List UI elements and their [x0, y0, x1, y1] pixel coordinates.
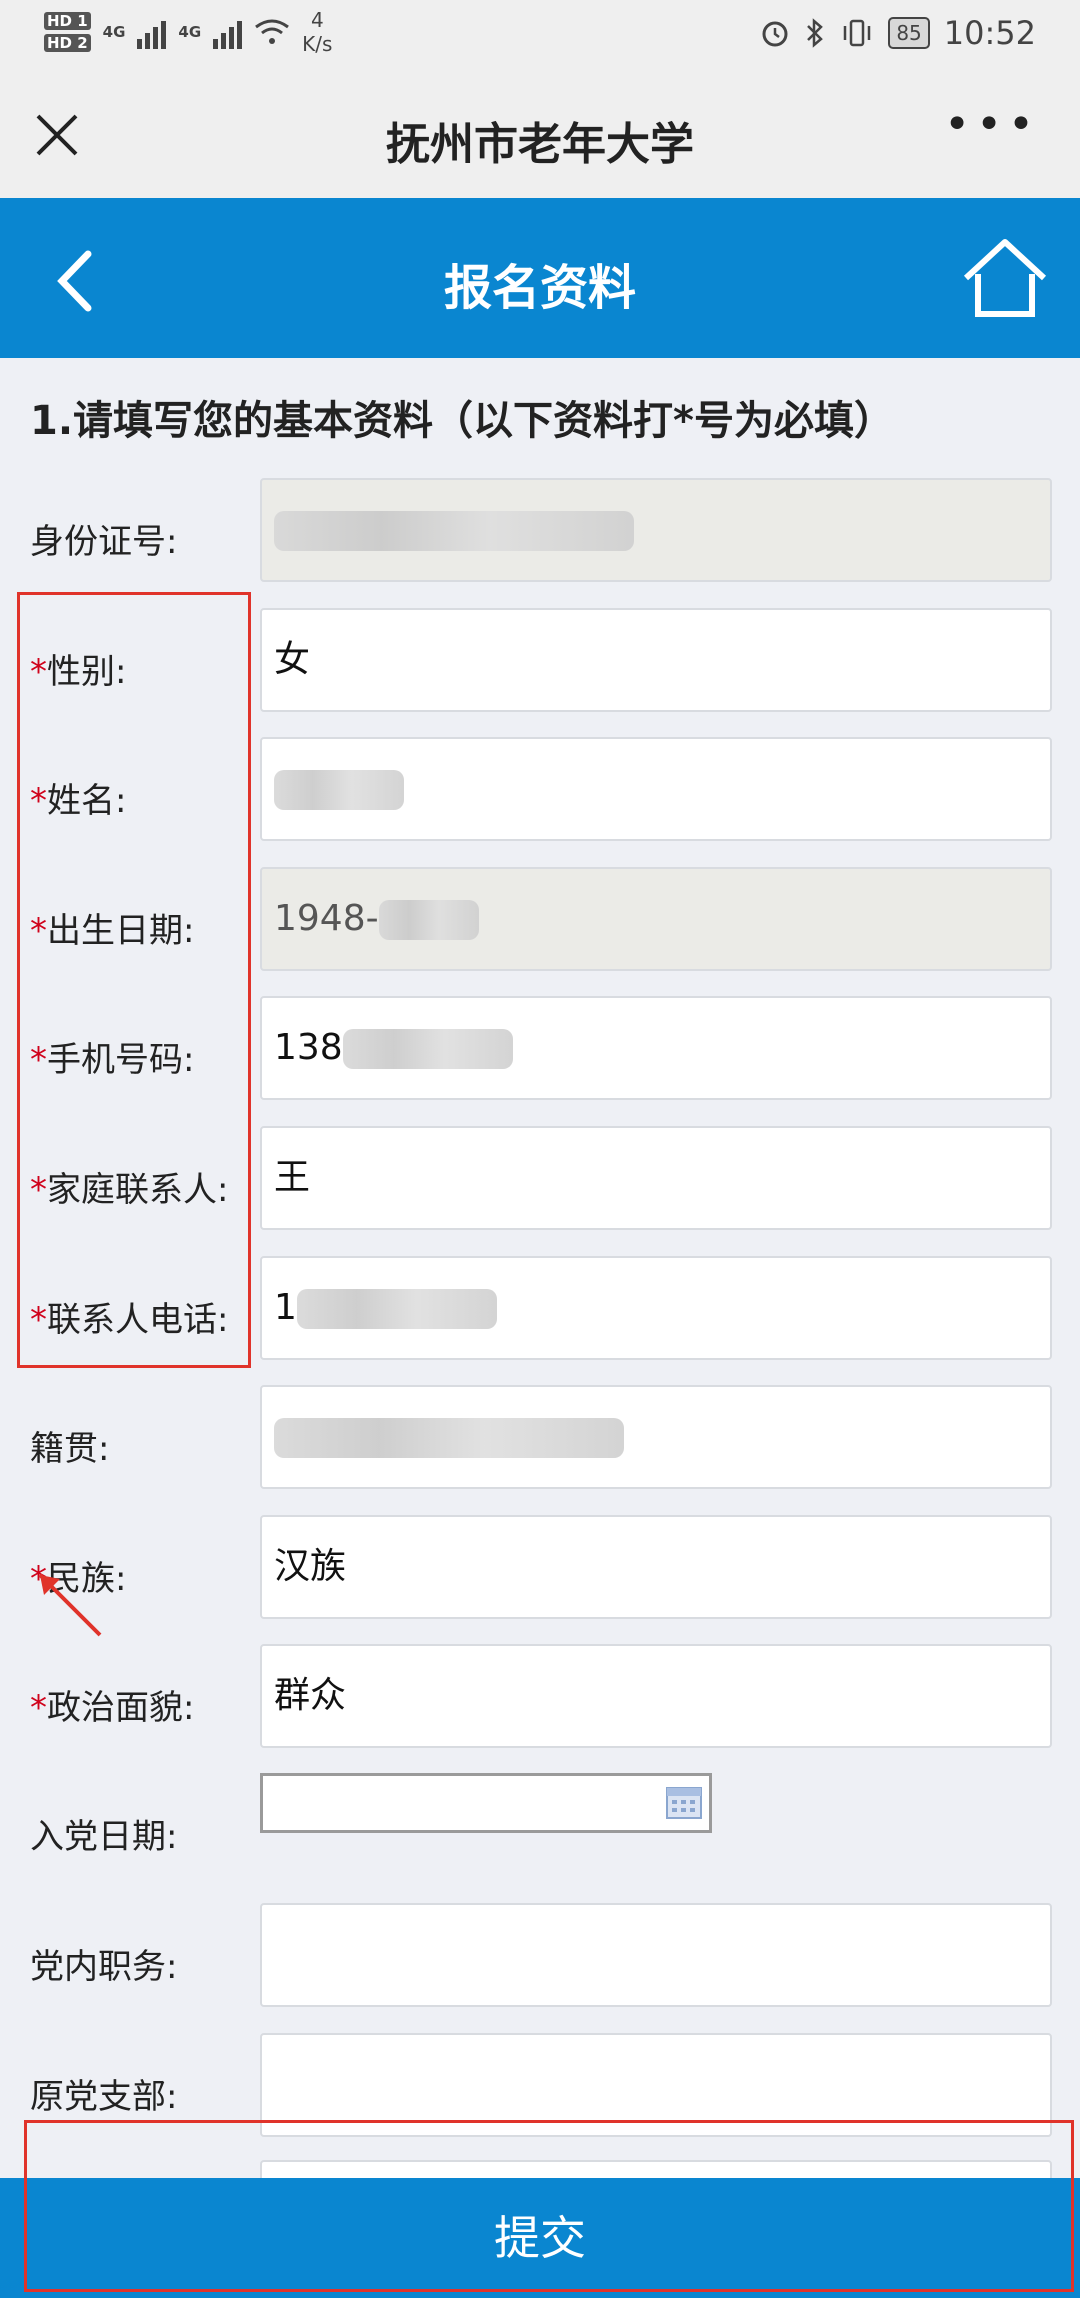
required-mark: * [30, 1688, 47, 1728]
calendar-icon[interactable] [665, 1784, 703, 1822]
form-row-political-status: *政治面貌: 群众 [0, 1644, 1080, 1752]
status-bar: HD 1 HD 2 4G 4G 4 K/s 85 10:52 [0, 0, 1080, 70]
speed-unit: K/s [302, 32, 333, 56]
redacted-value [378, 900, 479, 940]
redacted-value [296, 1289, 497, 1329]
network-type-1: 4G [102, 23, 126, 41]
signal-icon [213, 15, 243, 49]
party-date-field[interactable] [260, 1773, 712, 1833]
redacted-value [274, 511, 634, 551]
battery-level: 85 [888, 17, 930, 49]
ethnicity-field[interactable]: 汉族 [260, 1515, 1052, 1619]
field-label: 入党日期: [30, 1809, 177, 1858]
page-header: 报名资料 [0, 198, 1080, 358]
field-label-text: 党内职务: [30, 1947, 178, 1987]
form-row-ethnicity: *民族: 汉族 [0, 1515, 1080, 1623]
form-row-hometown: 籍贯: [0, 1385, 1080, 1493]
field-label: 原党支部: [30, 2069, 177, 2118]
form-row-id-number: 身份证号: [0, 478, 1080, 586]
sim2-label: HD 2 [44, 34, 91, 52]
field-value: 1948- [274, 898, 379, 939]
more-icon[interactable]: ••• [944, 103, 1040, 147]
form-row-party-position: 党内职务: [0, 1903, 1080, 2011]
network-speed: 4 K/s [302, 8, 332, 56]
gender-field[interactable]: 女 [260, 608, 1052, 712]
mobile-field[interactable]: 138 [260, 996, 1052, 1100]
field-label: 党内职务: [30, 1939, 177, 1988]
sim1-label: HD 1 [44, 12, 91, 30]
form-row-party-date: 入党日期: [0, 1773, 1080, 1881]
field-label-text: 政治面貌: [47, 1688, 195, 1728]
signal-icon [137, 15, 167, 49]
page-title: 报名资料 [443, 260, 636, 316]
field-label: 籍贯: [30, 1421, 109, 1470]
name-field[interactable] [260, 737, 1052, 841]
bluetooth-icon [807, 18, 824, 48]
annotation-box-submit [24, 2120, 1074, 2292]
field-value: 138 [274, 1027, 343, 1068]
family-contact-field[interactable]: 王 [260, 1126, 1052, 1230]
redacted-value [274, 770, 404, 810]
contact-phone-field[interactable]: 1 [260, 1256, 1052, 1360]
field-value: 女 [274, 639, 311, 680]
alarm-icon [762, 21, 788, 47]
field-label-text: 籍贯: [30, 1429, 110, 1469]
speed-value: 4 [310, 8, 324, 32]
sim-indicators: HD 1 HD 2 [44, 10, 91, 54]
field-label: 身份证号: [30, 514, 177, 563]
hometown-field[interactable] [260, 1385, 1052, 1489]
id-number-field [260, 478, 1052, 582]
field-label-text: 身份证号: [30, 522, 178, 562]
redacted-value [342, 1029, 513, 1069]
field-value: 群众 [274, 1675, 347, 1716]
network-type-2: 4G [178, 23, 202, 41]
birthdate-field: 1948- [260, 867, 1052, 971]
field-label-text: 入党日期: [30, 1817, 178, 1857]
annotation-box-required [17, 592, 251, 1368]
field-value: 1 [274, 1287, 297, 1328]
clock: 10:52 [943, 14, 1036, 52]
field-label-text: 原党支部: [30, 2077, 178, 2117]
wifi-icon [255, 19, 290, 44]
home-icon[interactable] [960, 234, 1050, 320]
political-status-field[interactable]: 群众 [260, 1644, 1052, 1748]
section-title: 1.请填写您的基本资料（以下资料打*号为必填） [30, 398, 894, 444]
redacted-value [274, 1418, 624, 1458]
app-title: 抚州市老年大学 [386, 119, 694, 170]
vibrate-icon [844, 19, 871, 47]
app-titlebar: 抚州市老年大学 ••• [0, 70, 1080, 198]
field-value: 王 [274, 1157, 311, 1198]
party-position-field[interactable] [260, 1903, 1052, 2007]
field-value: 汉族 [274, 1546, 347, 1587]
field-label: *政治面貌: [30, 1680, 194, 1729]
annotation-arrow-icon [38, 1573, 102, 1637]
